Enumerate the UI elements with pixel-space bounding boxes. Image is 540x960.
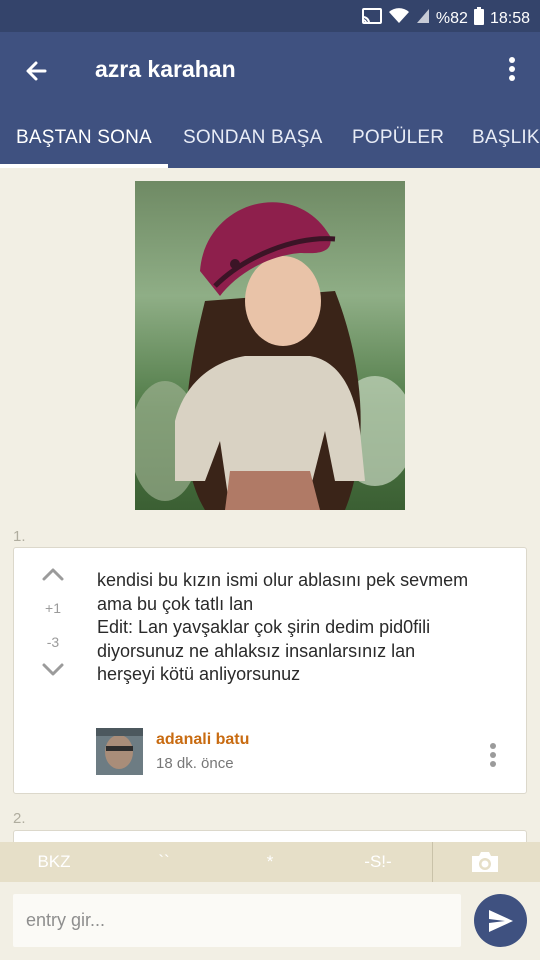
camera-button[interactable] xyxy=(470,850,500,874)
app-bar: azra karahan BAŞTAN SONA SONDAN BAŞA POP… xyxy=(0,32,540,168)
input-bar xyxy=(0,882,540,960)
entry-list[interactable]: 1. +1 -3 kendisi bu kızın ismi olur abla… xyxy=(0,168,540,842)
downvote-button[interactable] xyxy=(38,662,68,681)
status-icons: %82 18:58 xyxy=(361,7,530,30)
battery-icon xyxy=(473,7,484,30)
clock: 18:58 xyxy=(489,9,530,27)
entry-text: kendisi bu kızın ismi olur ablasını pek … xyxy=(97,569,517,687)
overflow-menu-icon xyxy=(502,57,522,90)
page-title: azra karahan xyxy=(95,56,236,82)
tab-bar: BAŞTAN SONA SONDAN BAŞA POPÜLER BAŞLIK xyxy=(0,116,540,168)
overflow-menu-button[interactable] xyxy=(502,54,522,86)
shortcut-bar: BKZ `` * -S!- xyxy=(0,842,540,882)
downvote-count: -3 xyxy=(46,634,60,650)
overflow-menu-icon xyxy=(488,743,498,774)
avatar[interactable] xyxy=(96,728,143,775)
entry-card: +1 -3 kendisi bu kızın ismi olur ablasın… xyxy=(13,547,527,794)
camera-icon xyxy=(470,852,500,878)
upvote-button[interactable] xyxy=(38,566,68,585)
back-button[interactable] xyxy=(20,54,54,88)
entry-image[interactable] xyxy=(135,181,405,510)
backtick-button[interactable]: `` xyxy=(128,842,200,882)
send-button[interactable] xyxy=(474,894,527,947)
entry-line: ama bu çok tatlı lan xyxy=(97,593,254,614)
cast-icon xyxy=(361,8,382,29)
entry-time: 18 dk. önce xyxy=(156,755,234,772)
entry-line: Edit: Lan yavşaklar çok şirin dedim pid0… xyxy=(97,617,431,637)
entry-line: diyorsunuz ne ahlaksız insanlarsınız lan xyxy=(97,640,416,661)
downvote-icon xyxy=(41,663,65,681)
entry-card xyxy=(13,830,527,842)
wifi-icon xyxy=(388,8,410,29)
entry-number: 2. xyxy=(13,810,26,827)
divider xyxy=(432,842,433,882)
battery-percent: %82 xyxy=(435,9,468,27)
asterisk-button[interactable]: * xyxy=(234,842,306,882)
spoiler-button[interactable]: -S!- xyxy=(342,842,414,882)
tab-sondan-basa[interactable]: SONDAN BAŞA xyxy=(183,116,322,168)
signal-icon xyxy=(416,8,430,29)
author-name[interactable]: adanali batu xyxy=(156,731,249,749)
upvote-count: +1 xyxy=(45,600,61,616)
status-bar: %82 18:58 xyxy=(0,0,540,32)
entry-line: herşeyi kötü anliyorsunuz xyxy=(97,664,301,684)
upvote-icon xyxy=(41,568,65,585)
tab-bastan-sona[interactable]: BAŞTAN SONA xyxy=(16,116,152,168)
tab-baslik[interactable]: BAŞLIK xyxy=(472,116,540,168)
entry-menu-button[interactable] xyxy=(488,742,498,770)
entry-line: kendisi bu kızın ismi olur ablasını pek … xyxy=(97,570,469,590)
entry-number: 1. xyxy=(13,528,26,545)
bkz-button[interactable]: BKZ xyxy=(18,842,90,882)
entry-input[interactable] xyxy=(13,894,461,947)
tab-populer[interactable]: POPÜLER xyxy=(352,116,444,168)
back-arrow-icon xyxy=(20,61,54,92)
